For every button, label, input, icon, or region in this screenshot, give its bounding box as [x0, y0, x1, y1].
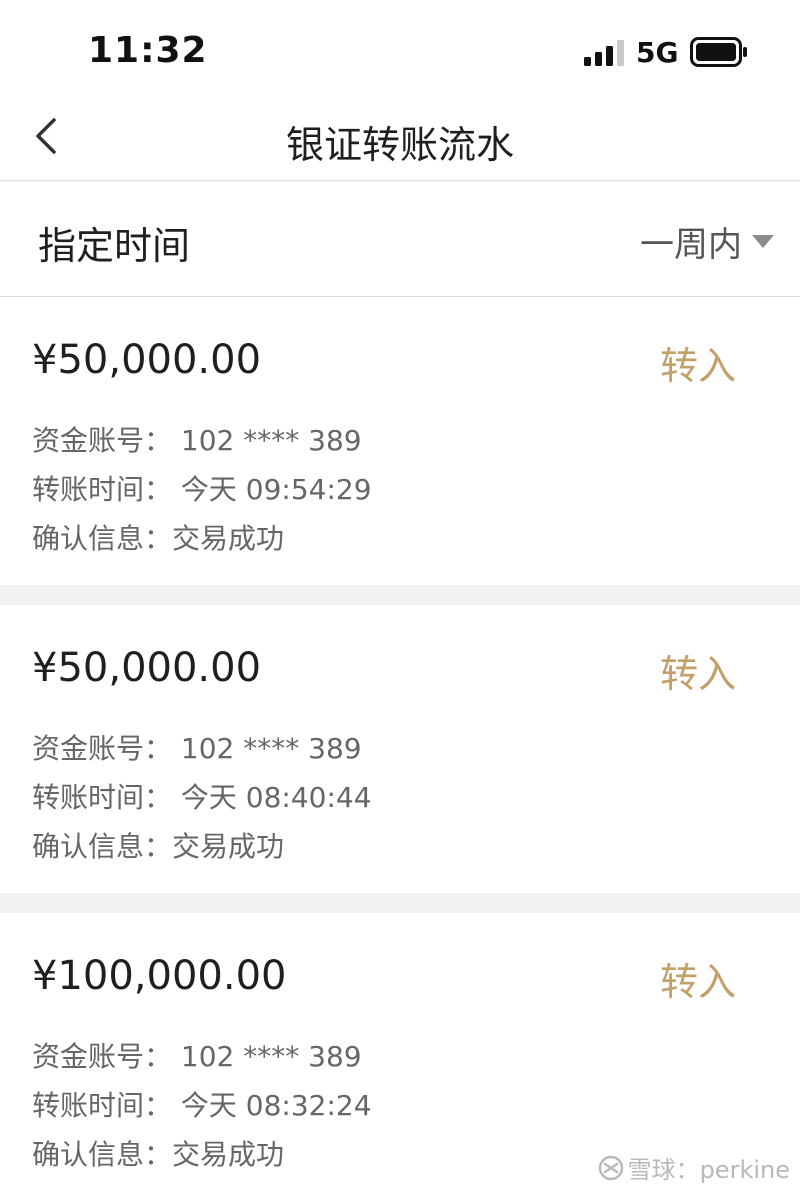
- status-time: 11:32: [88, 30, 208, 71]
- caret-down-icon: [752, 234, 774, 248]
- time-line: 转账时间： 今天 08:32:24: [32, 1089, 372, 1122]
- amount: ¥100,000.00: [32, 953, 287, 999]
- status-line: 确认信息：交易成功: [32, 830, 285, 863]
- nav-bar: 银证转账流水: [0, 100, 800, 181]
- status-line: 确认信息：交易成功: [32, 1138, 285, 1171]
- direction-label: 转入: [659, 960, 736, 1004]
- watermark: 雪球：perkine: [598, 1150, 790, 1185]
- direction-label: 转入: [659, 652, 736, 696]
- time-line: 转账时间： 今天 08:40:44: [32, 781, 372, 814]
- battery-icon: [690, 37, 747, 67]
- filter-label: 指定时间: [38, 224, 191, 268]
- network-label: 5G: [636, 36, 679, 69]
- account-line: 资金账号： 102 **** 389: [32, 732, 362, 765]
- record-separator: [0, 585, 800, 605]
- amount: ¥50,000.00: [32, 645, 262, 691]
- signal-icon: [584, 40, 624, 66]
- status-bar: 11:32 5G: [0, 0, 800, 100]
- time-range-select[interactable]: 一周内: [640, 219, 774, 265]
- time-filter-row: 指定时间 一周内: [0, 181, 800, 297]
- snowball-logo-icon: [598, 1155, 623, 1180]
- time-range-value: 一周内: [640, 224, 742, 265]
- time-line: 转账时间： 今天 09:54:29: [32, 473, 372, 506]
- watermark-text: 雪球：perkine: [627, 1156, 790, 1184]
- transfer-list: ¥50,000.00 转入 资金账号： 102 **** 389 转账时间： 今…: [0, 297, 800, 1201]
- record-separator: [0, 893, 800, 913]
- transfer-record[interactable]: ¥50,000.00 转入 资金账号： 102 **** 389 转账时间： 今…: [0, 605, 800, 893]
- direction-label: 转入: [659, 344, 736, 388]
- amount: ¥50,000.00: [32, 337, 262, 383]
- page-title: 银证转账流水: [285, 123, 514, 167]
- transfer-record[interactable]: ¥50,000.00 转入 资金账号： 102 **** 389 转账时间： 今…: [0, 297, 800, 585]
- account-line: 资金账号： 102 **** 389: [32, 424, 362, 457]
- account-line: 资金账号： 102 **** 389: [32, 1040, 362, 1073]
- status-line: 确认信息：交易成功: [32, 522, 285, 555]
